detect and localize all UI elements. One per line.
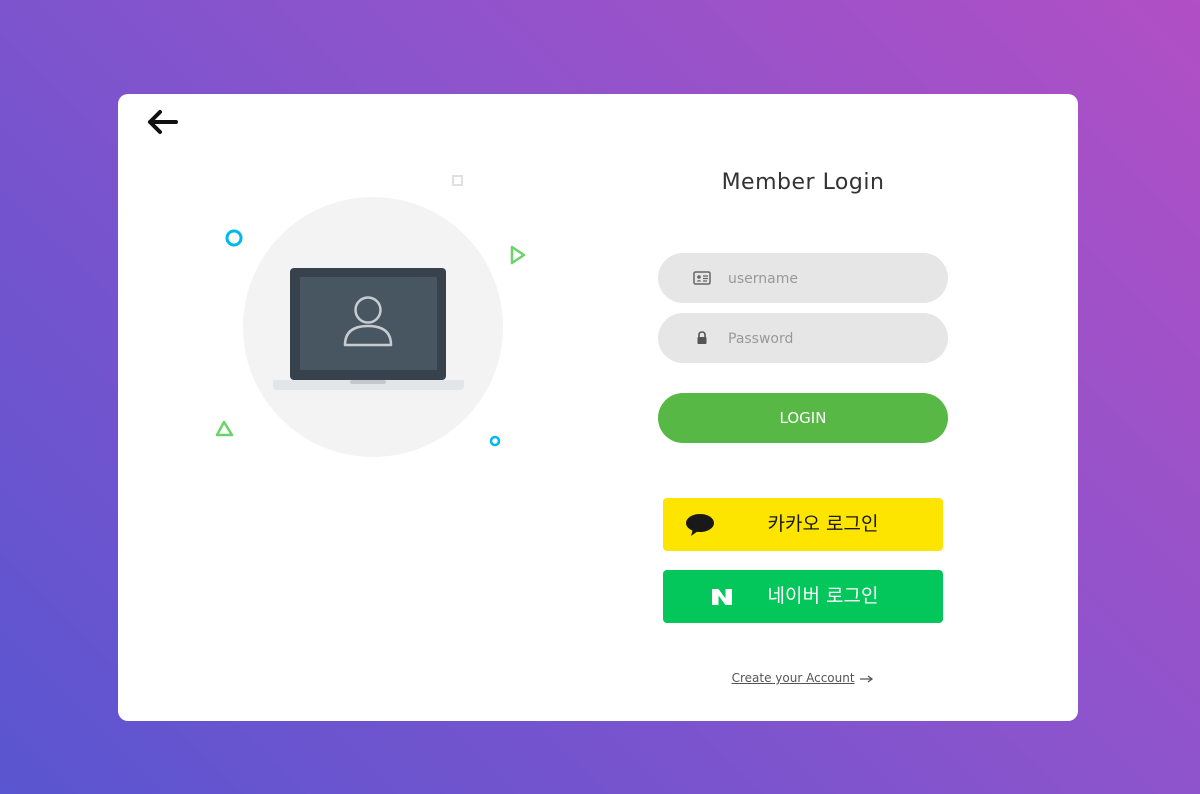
- login-title: Member Login: [721, 170, 885, 195]
- login-button[interactable]: LOGIN: [658, 393, 948, 443]
- laptop-icon: [273, 268, 464, 390]
- speech-bubble-icon: [686, 514, 714, 536]
- deco-circle-small: [489, 435, 501, 447]
- deco-square: [452, 175, 463, 186]
- naver-n-icon: [712, 589, 732, 605]
- username-input[interactable]: [726, 253, 930, 305]
- create-account-label: Create your Account: [731, 671, 855, 685]
- deco-circle-blue: [225, 229, 243, 247]
- password-input[interactable]: [726, 313, 930, 365]
- kakao-login-label: 카카오 로그인: [767, 513, 879, 535]
- login-card: Member Login LOGIN 카카오 로그인 네이버 로그인 Creat: [118, 94, 1078, 721]
- kakao-login-button[interactable]: 카카오 로그인: [663, 498, 943, 551]
- arrow-right-icon: [860, 674, 874, 683]
- lock-icon: [697, 331, 707, 344]
- login-illustration: [215, 175, 526, 457]
- deco-triangle-up: [215, 420, 234, 437]
- id-card-icon: [693, 271, 711, 285]
- create-account-link[interactable]: Create your Account: [658, 671, 948, 685]
- username-field[interactable]: [658, 253, 948, 305]
- password-field[interactable]: [658, 313, 948, 365]
- naver-login-label: 네이버 로그인: [767, 585, 879, 607]
- naver-login-button[interactable]: 네이버 로그인: [663, 570, 943, 623]
- deco-triangle-right: [510, 245, 526, 265]
